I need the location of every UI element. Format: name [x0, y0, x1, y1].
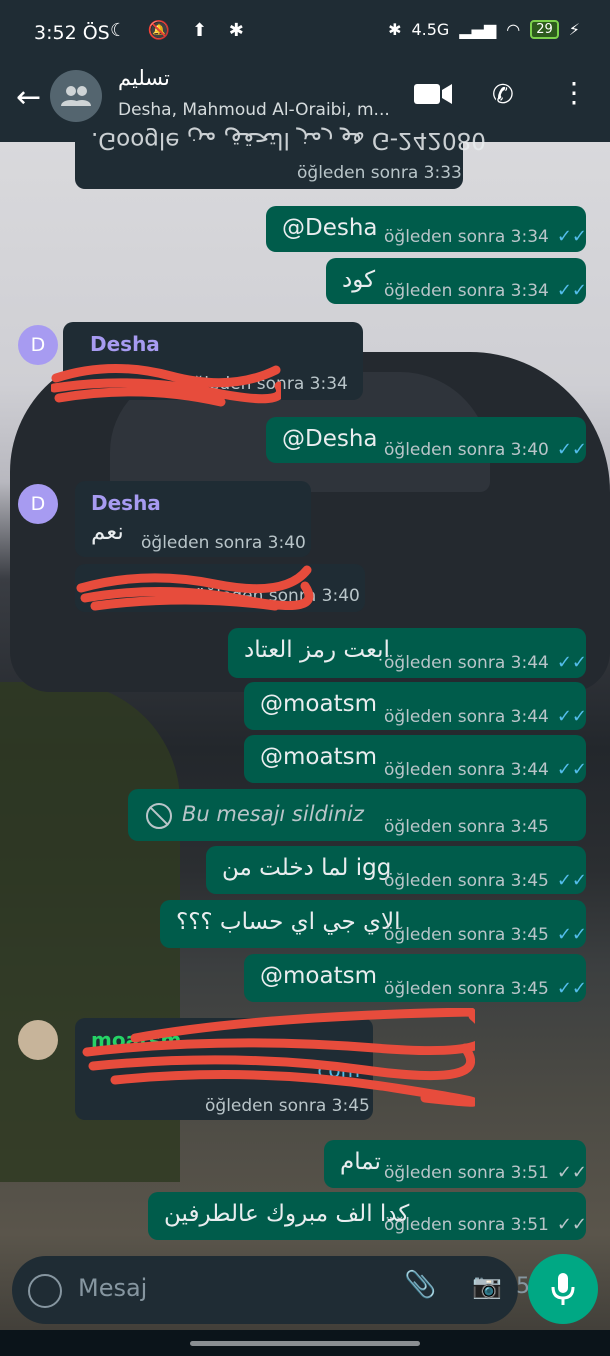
message-bubble[interactable]: .Google هو رمز التحقق من G-242080 öğlede…: [75, 125, 486, 189]
wifi-icon: ◠: [506, 20, 521, 39]
read-check-icon: ✓✓: [556, 759, 587, 780]
message-text: تمام: [340, 1149, 381, 1175]
message-composer: Mesaj 📎 📷 5: [12, 1256, 530, 1324]
message-time: öğleden sonra 3:34 ✓✓: [384, 226, 587, 247]
message-time: öğleden sonra 3:45 ✓✓: [384, 924, 587, 945]
message-text: @Desha: [282, 215, 378, 241]
read-check-icon: ✓✓: [556, 226, 587, 247]
read-check-icon: ✓✓: [556, 870, 587, 891]
redaction-scribble: [76, 565, 314, 611]
group-avatar[interactable]: [50, 70, 102, 122]
deleted-message-text: Bu mesajı sildiniz: [182, 802, 364, 826]
read-check-icon: ✓✓: [556, 280, 587, 301]
delivered-check-icon: ✓✓: [556, 1162, 587, 1183]
microphone-button[interactable]: [528, 1254, 598, 1324]
charging-icon: ⚡: [568, 20, 580, 39]
more-options-icon[interactable]: ⋮: [560, 76, 588, 109]
message-time: öğleden sonra 3:44 ✓✓: [384, 706, 587, 727]
message-bubble[interactable]: Desha öğleden sonra 3:34: [51, 322, 363, 407]
message-bubble[interactable]: öğleden sonra 3:40: [75, 564, 365, 612]
delivered-check-icon: ✓✓: [556, 1214, 587, 1235]
message-time: öğleden sonra 3:40 ✓✓: [384, 439, 587, 460]
status-time: 3:52 ÖS: [34, 22, 110, 44]
read-check-icon: ✓✓: [556, 652, 587, 673]
video-call-icon[interactable]: [414, 82, 452, 106]
voice-call-icon[interactable]: ✆: [492, 80, 514, 110]
message-time: öğleden sonra 3:45 ✓✓: [384, 870, 587, 891]
message-text: @moatsm: [260, 744, 377, 770]
deleted-icon: [146, 803, 172, 829]
message-bubble[interactable]: @moatsm öğleden sonra 3:45 ✓✓: [244, 954, 587, 1002]
emoji-icon[interactable]: [28, 1274, 62, 1308]
message-text: كدا الف مبروك عالطرفين: [164, 1201, 410, 1227]
read-check-icon: ✓✓: [556, 924, 587, 945]
message-bubble[interactable]: @moatsm öğleden sonra 3:44 ✓✓: [244, 682, 587, 730]
message-time: öğleden sonra 3:51 ✓✓: [384, 1214, 587, 1235]
message-input[interactable]: Mesaj: [78, 1274, 147, 1302]
read-check-icon: ✓✓: [556, 439, 587, 460]
sender-name[interactable]: Desha: [90, 332, 160, 356]
message-bubble[interactable]: لما دخلت من igg öğleden sonra 3:45 ✓✓: [206, 846, 587, 894]
message-bubble[interactable]: @moatsm öğleden sonra 3:44 ✓✓: [244, 735, 587, 783]
network-label: 4.5G: [411, 20, 450, 39]
message-text: @Desha: [282, 426, 378, 452]
read-check-icon: ✓✓: [556, 978, 587, 999]
message-text: نعم: [91, 519, 124, 545]
camera-icon[interactable]: 📷: [472, 1272, 502, 1300]
message-time: öğleden sonra 3:45: [384, 817, 549, 837]
message-bubble[interactable]: الاي جي اي حساب ؟؟؟ öğleden sonra 3:45 ✓✓: [160, 900, 587, 948]
attach-paperclip-icon[interactable]: 📎: [404, 1270, 436, 1300]
redaction-scribble: [82, 1008, 475, 1107]
message-text: @moatsm: [260, 963, 377, 989]
message-text: .Google هو رمز التحقق من G-242080: [91, 127, 486, 153]
status-left-icons: ☾ 🔕 ⬆ ✱: [110, 20, 252, 41]
message-text: ابعت رمز العتاد: [244, 637, 390, 663]
sender-name[interactable]: Desha: [91, 491, 161, 515]
message-bubble[interactable]: @Desha öğleden sonra 3:40 ✓✓: [266, 417, 587, 463]
message-text: لما دخلت من igg: [222, 855, 392, 881]
message-time: öğleden sonra 3:34 ✓✓: [384, 280, 587, 301]
sender-avatar[interactable]: D: [18, 484, 58, 524]
message-bubble[interactable]: كدا الف مبروك عالطرفين öğleden sonra 3:5…: [148, 1192, 587, 1240]
battery-icon: 29: [530, 20, 559, 39]
message-time: öğleden sonra 3:45 ✓✓: [384, 978, 587, 999]
chat-title[interactable]: تسليم: [118, 66, 170, 90]
deleted-message-bubble[interactable]: Bu mesajı sildiniz öğleden sonra 3:45: [128, 789, 586, 841]
message-time: öğleden sonra 3:40: [141, 533, 306, 553]
signal-icon: ▂▄▆: [459, 20, 497, 39]
message-bubble[interactable]: ابعت رمز العتاد öğleden sonra 3:44 ✓✓: [228, 628, 587, 678]
message-text: الاي جي اي حساب ؟؟؟: [176, 909, 401, 935]
message-bubble[interactable]: @Desha öğleden sonra 3:34 ✓✓: [266, 206, 587, 252]
message-time: öğleden sonra 3:33: [297, 163, 462, 183]
redaction-scribble: [51, 363, 281, 407]
status-right-icons: ✱ 4.5G ▂▄▆ ◠ 29 ⚡: [388, 20, 580, 39]
message-text: كود: [342, 267, 376, 293]
chat-participants[interactable]: Desha, Mahmoud Al-Oraibi, m...: [118, 100, 390, 120]
back-arrow-icon[interactable]: ←: [16, 80, 41, 115]
sender-avatar-photo[interactable]: [18, 1020, 58, 1060]
message-bubble[interactable]: moatsm .com öğleden sonra 3:45: [75, 1008, 475, 1120]
message-time: öğleden sonra 3:44 ✓✓: [384, 759, 587, 780]
message-bubble[interactable]: كود öğleden sonra 3:34 ✓✓: [326, 258, 587, 304]
message-bubble[interactable]: Desha نعم öğleden sonra 3:40: [75, 481, 311, 557]
bluetooth-icon: ✱: [388, 20, 402, 39]
read-check-icon: ✓✓: [556, 706, 587, 727]
home-gesture-pill[interactable]: [190, 1341, 420, 1346]
group-icon: [61, 86, 91, 106]
message-text: @moatsm: [260, 691, 377, 717]
microphone-icon: [551, 1273, 575, 1305]
message-bubble[interactable]: تمام öğleden sonra 3:51 ✓✓: [324, 1140, 587, 1188]
message-time: öğleden sonra 3:51 ✓✓: [384, 1162, 587, 1183]
message-time: öğleden sonra 3:44 ✓✓: [384, 652, 587, 673]
status-bar: 3:52 ÖS ☾ 🔕 ⬆ ✱ ✱ 4.5G ▂▄▆ ◠ 29 ⚡: [0, 0, 610, 64]
system-nav-bar: [0, 1330, 610, 1356]
